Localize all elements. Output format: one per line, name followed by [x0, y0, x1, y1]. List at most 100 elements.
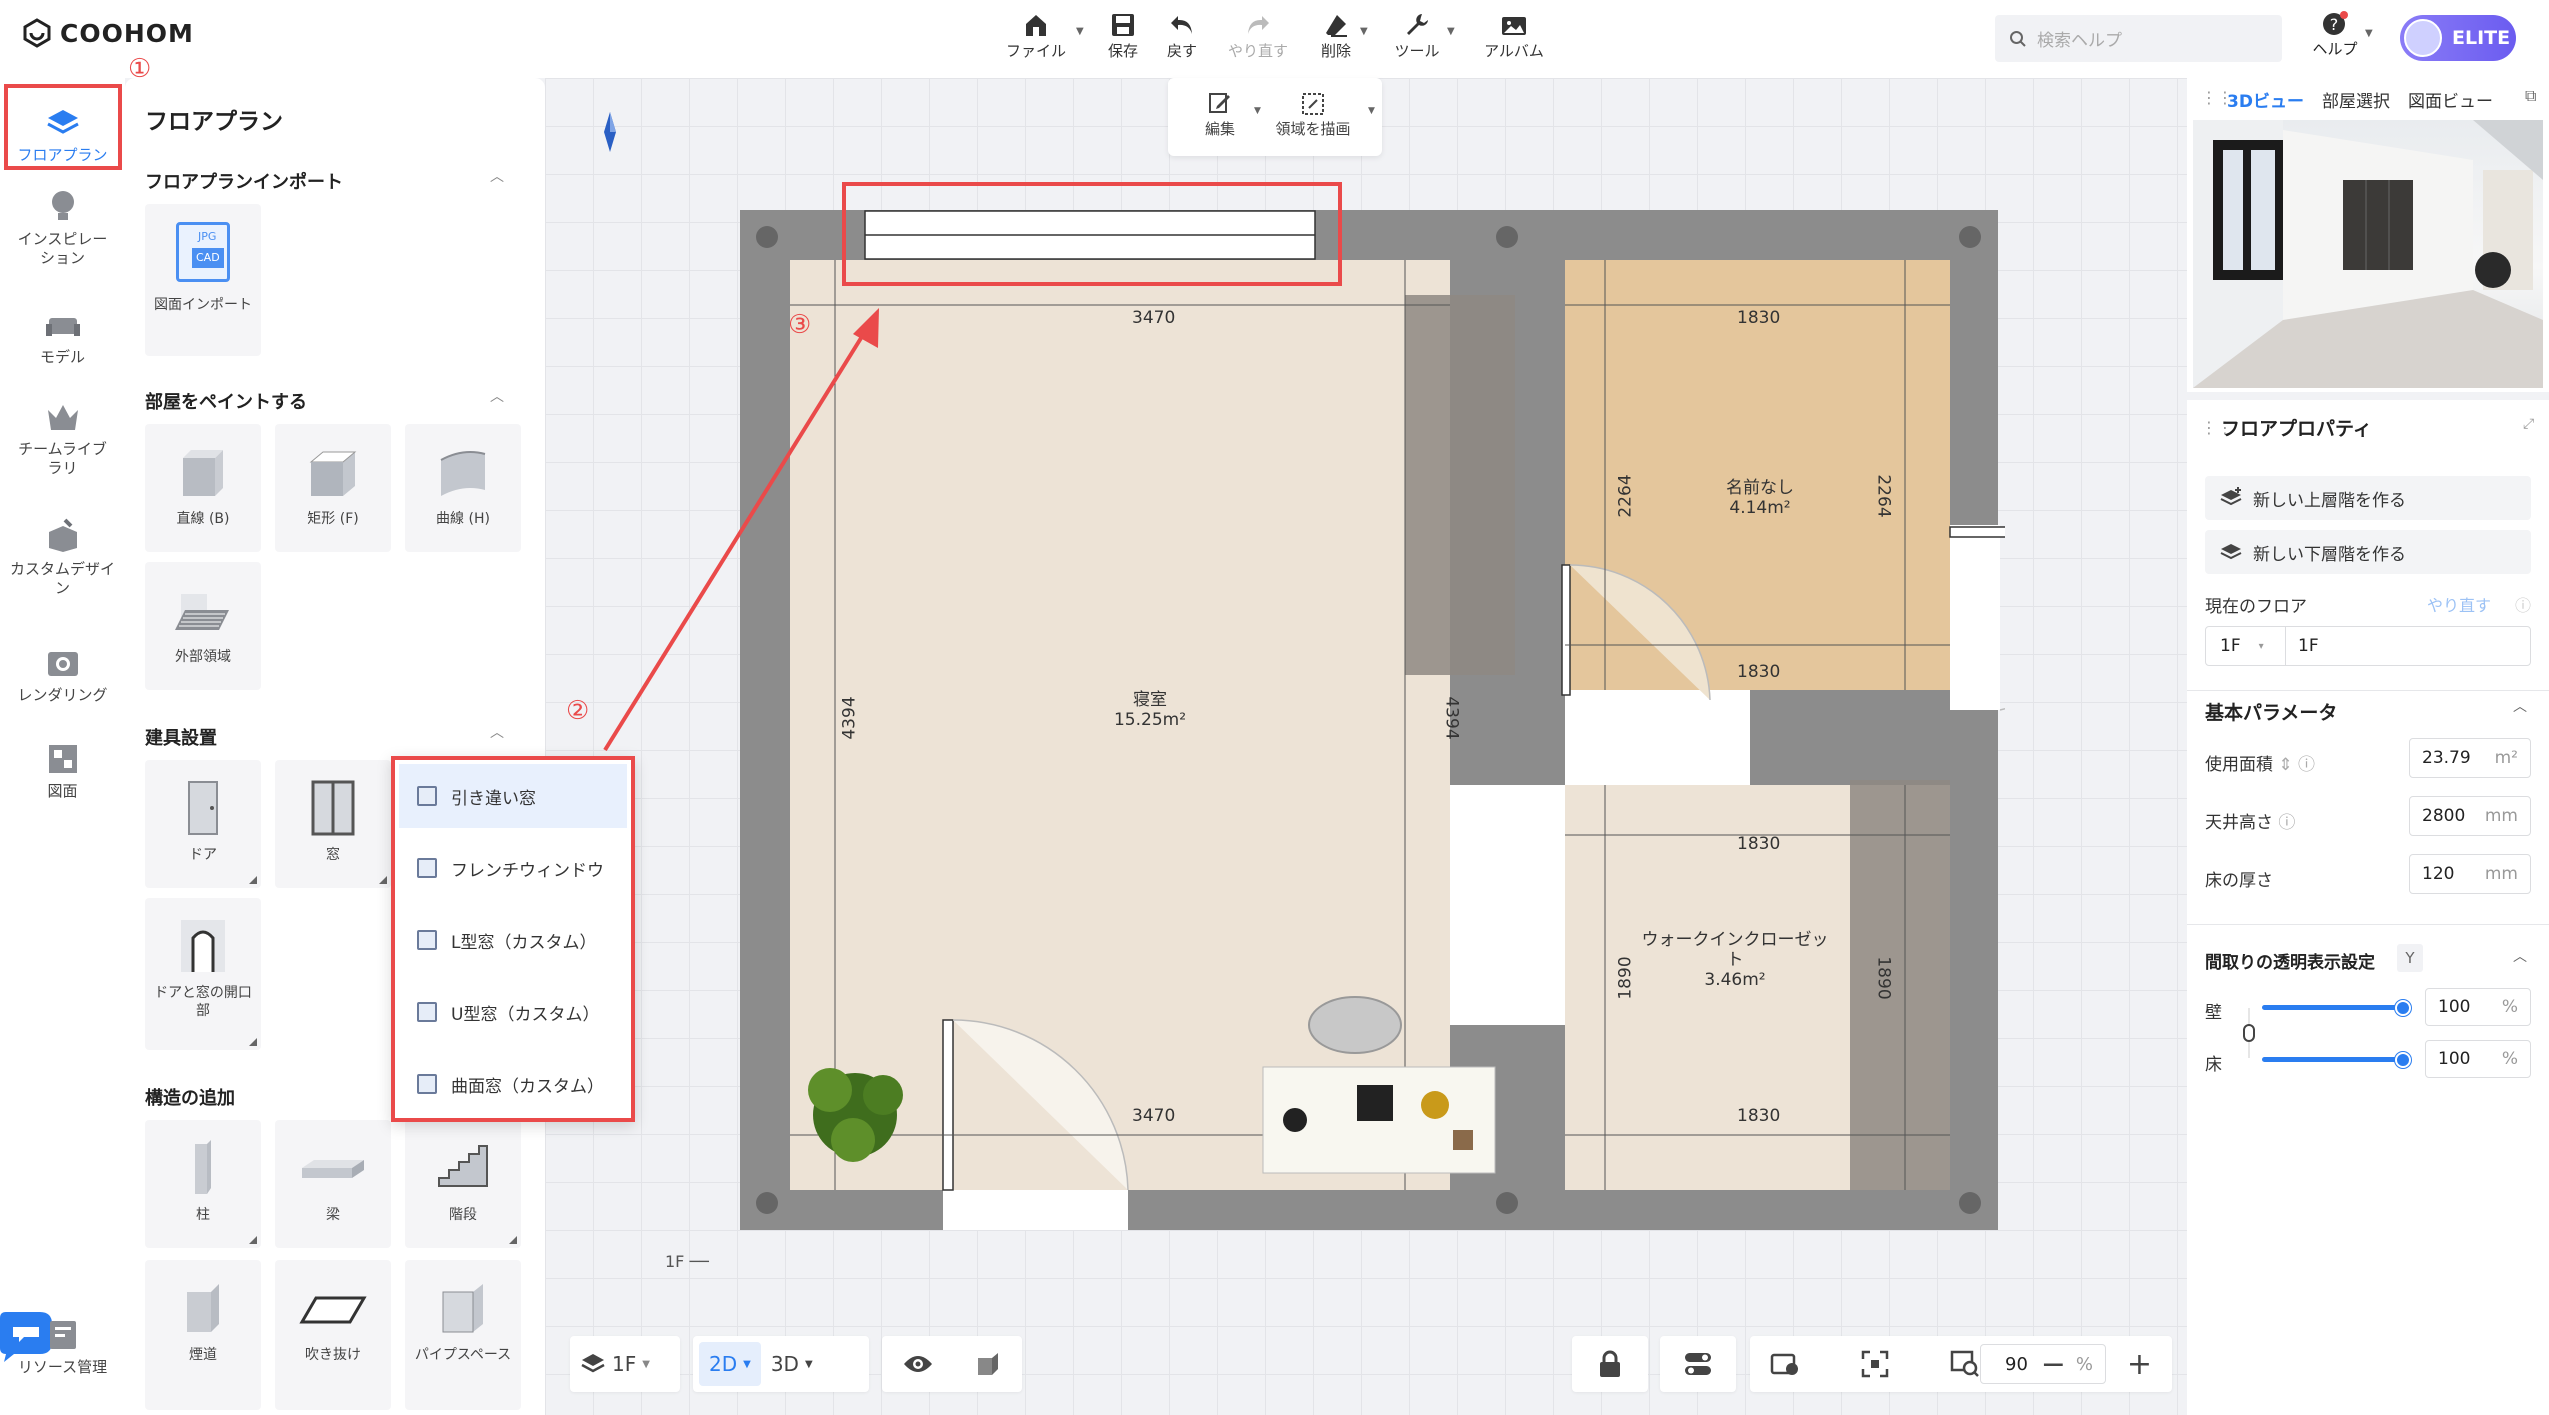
- lock-button[interactable]: [1588, 1342, 1632, 1386]
- expand-corner-icon[interactable]: [249, 1038, 257, 1046]
- camera-settings-button[interactable]: [1760, 1342, 1810, 1386]
- fit-screen-button[interactable]: [1851, 1342, 1899, 1386]
- room-label-walkin-closet[interactable]: ウォークインクローゼット 3.46m²: [1635, 930, 1835, 990]
- settings-toggle-button[interactable]: [1673, 1342, 1723, 1386]
- user-plan-badge[interactable]: ELITE: [2400, 15, 2516, 61]
- beam-icon: [302, 1160, 364, 1178]
- wall-opacity-slider[interactable]: [2262, 1005, 2402, 1010]
- view-3d-button[interactable]: 3D ▼: [761, 1342, 823, 1386]
- tile-void[interactable]: 吹き抜け: [275, 1260, 391, 1410]
- popup-item-sliding-window[interactable]: 引き違い窓: [399, 764, 627, 828]
- popup-item-curved-window[interactable]: 曲面窓（カスタム）: [399, 1052, 627, 1116]
- expand-icon[interactable]: ⤢: [2523, 416, 2534, 432]
- rail-item-resource-management[interactable]: リソース管理: [0, 1318, 125, 1377]
- wardrobe[interactable]: [1405, 295, 1515, 675]
- album-button[interactable]: アルバム: [1474, 8, 1554, 70]
- rail-item-custom-design[interactable]: カスタムデザイン: [0, 518, 125, 598]
- tile-pillar[interactable]: 柱: [145, 1120, 261, 1248]
- popup-item-french-window[interactable]: フレンチウィンドウ: [399, 836, 627, 900]
- rail-item-rendering[interactable]: レンダリング: [0, 646, 125, 705]
- current-floor-label: 現在のフロア: [2205, 597, 2307, 617]
- popup-item-l-window[interactable]: L型窓（カスタム）: [399, 908, 627, 972]
- preview-3d-render[interactable]: [2193, 120, 2543, 388]
- tools-caret-icon[interactable]: ▼: [1447, 26, 1455, 37]
- undo-button[interactable]: 戻す: [1142, 8, 1222, 70]
- ceiling-height-input[interactable]: 2800 mm: [2409, 796, 2531, 836]
- view-box-button[interactable]: [964, 1342, 1012, 1386]
- app-logo[interactable]: COOHOM: [22, 18, 194, 48]
- popup-item-u-window[interactable]: U型窓（カスタム）: [399, 980, 627, 1044]
- expand-corner-icon[interactable]: [249, 1236, 257, 1244]
- room-label-bedroom[interactable]: 寝室 15.25m²: [1090, 690, 1210, 730]
- tile-opening[interactable]: ドアと窓の開口部: [145, 898, 261, 1050]
- tile-pipe-space[interactable]: パイプスペース: [405, 1260, 521, 1410]
- visibility-button[interactable]: [893, 1342, 943, 1386]
- tile-straight-line[interactable]: 直線 (B): [145, 424, 261, 552]
- add-lower-floor-button[interactable]: 新しい下層階を作る: [2205, 530, 2531, 574]
- chevron-up-icon[interactable]: ︿: [2513, 696, 2527, 716]
- tab-3d-view[interactable]: 3Dビュー: [2227, 87, 2304, 112]
- delete-caret-icon[interactable]: ▼: [1360, 26, 1368, 37]
- rail-item-team-library[interactable]: チームライブラリ: [0, 400, 125, 478]
- tab-plan-view[interactable]: 図面ビュー: [2408, 87, 2493, 112]
- view-2d-button[interactable]: 2D ▼: [699, 1342, 761, 1386]
- param-value: 2800: [2422, 806, 2466, 826]
- tile-rectangle[interactable]: 矩形 (F): [275, 424, 391, 552]
- zoom-in-button[interactable]: +: [2117, 1342, 2162, 1386]
- floor-opacity-slider[interactable]: [2262, 1057, 2402, 1062]
- add-upper-floor-button[interactable]: 新しい上層階を作る: [2205, 476, 2531, 520]
- floor-thickness-input[interactable]: 120 mm: [2409, 854, 2531, 894]
- drag-handle-icon[interactable]: ⋮⋮: [2201, 88, 2233, 107]
- rail-item-inspiration[interactable]: インスピレーション: [0, 188, 125, 268]
- expand-corner-icon[interactable]: [249, 876, 257, 884]
- help-button[interactable]: ? ヘルプ: [2305, 10, 2365, 59]
- popout-icon[interactable]: ⧉: [2525, 86, 2536, 106]
- popup-item-label: L型窓（カスタム）: [451, 932, 597, 953]
- tile-curve[interactable]: 曲線 (H): [405, 424, 521, 552]
- file-menu-button[interactable]: ファイル: [996, 8, 1076, 70]
- expand-corner-icon[interactable]: [509, 1236, 517, 1244]
- wall-slider-knob[interactable]: [2395, 1000, 2411, 1016]
- info-icon: ⓘ: [2515, 596, 2532, 615]
- tile-window[interactable]: 窓: [275, 760, 391, 888]
- floor-select[interactable]: 1F ▼: [570, 1342, 660, 1386]
- search-input[interactable]: 検索ヘルプ: [1995, 15, 2282, 62]
- help-caret-icon[interactable]: ▼: [2365, 28, 2373, 39]
- closet-storage[interactable]: [1850, 780, 1950, 1190]
- room-label-unnamed[interactable]: 名前なし 4.14m²: [1700, 478, 1820, 518]
- floor-name-input[interactable]: 1F: [2286, 636, 2319, 656]
- rail-item-model[interactable]: モデル: [0, 310, 125, 367]
- tile-door[interactable]: ドア: [145, 760, 261, 888]
- expand-corner-icon[interactable]: [379, 876, 387, 884]
- floor-properties-panel: ⋮⋮ フロアプロパティ ⤢ 新しい上層階を作る 新しい下層階を作る 現在のフロア…: [2187, 400, 2549, 1415]
- tile-beam[interactable]: 梁: [275, 1120, 391, 1248]
- redo-button[interactable]: やり直す: [1218, 8, 1298, 70]
- tile-exterior-area[interactable]: 外部領域: [145, 562, 261, 690]
- edit-button[interactable]: 編集: [1190, 92, 1250, 139]
- camera-icon: [47, 652, 78, 676]
- floor-switcher[interactable]: 1F ▼: [570, 1336, 680, 1392]
- dim-bedroom-bottom: 3470: [1132, 1106, 1176, 1126]
- delete-button[interactable]: 削除: [1296, 8, 1376, 70]
- tile-drawing-import[interactable]: JPG CAD 図面インポート: [145, 204, 261, 356]
- chevron-up-icon[interactable]: ︿: [2513, 946, 2527, 966]
- tile-flue[interactable]: 煙道: [145, 1260, 261, 1410]
- draw-area-button[interactable]: 領域を描画: [1258, 92, 1368, 139]
- chevron-up-icon[interactable]: ︿: [490, 386, 504, 406]
- chevron-up-icon[interactable]: ︿: [490, 722, 504, 742]
- floor-opacity-input[interactable]: 100%: [2425, 1040, 2531, 1078]
- wall-opacity-input[interactable]: 100%: [2425, 988, 2531, 1026]
- zoom-input[interactable]: 90 %: [1980, 1344, 2106, 1384]
- chevron-up-icon[interactable]: ︿: [490, 166, 504, 186]
- link-icon[interactable]: [2239, 1008, 2259, 1058]
- usable-area-input[interactable]: 23.79 m²: [2409, 738, 2531, 778]
- tab-room-select[interactable]: 部屋選択: [2322, 87, 2390, 112]
- floor-dropdown[interactable]: 1F ▾: [2206, 627, 2286, 665]
- rail-item-drawing[interactable]: 図面: [0, 742, 125, 801]
- current-floor-redo-link[interactable]: やり直す: [2427, 592, 2491, 616]
- draw-caret-icon[interactable]: ▼: [1368, 106, 1375, 116]
- tools-menu-button[interactable]: ツール: [1377, 8, 1457, 70]
- floor-slider-knob[interactable]: [2395, 1052, 2411, 1068]
- avatar[interactable]: [2404, 19, 2442, 57]
- tile-stairs[interactable]: 階段: [405, 1120, 521, 1248]
